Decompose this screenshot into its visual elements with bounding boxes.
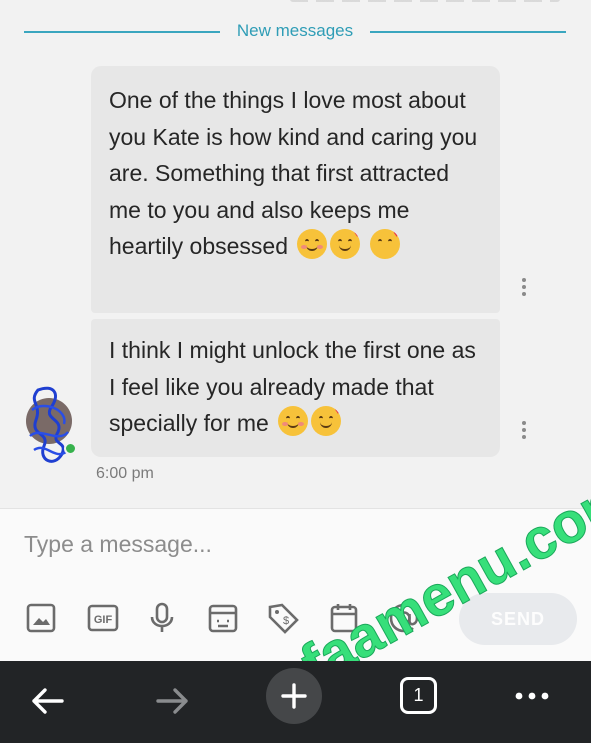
forward-arrow-icon[interactable] — [142, 671, 202, 731]
back-arrow-icon[interactable] — [18, 671, 78, 731]
new-messages-label: New messages — [236, 21, 354, 40]
browser-bottom-bar: 1 — [0, 661, 591, 743]
message-bubble[interactable]: I think I might unlock the first one as … — [91, 319, 500, 457]
face-blowing-kiss-icon: ♥ — [369, 229, 400, 259]
relieved-face-icon — [278, 406, 309, 436]
divider-line-left — [24, 31, 220, 33]
new-tab-button[interactable] — [266, 668, 322, 724]
price-tag-icon[interactable]: $ — [266, 601, 300, 635]
message-text: One of the things I love most about you … — [109, 87, 478, 259]
previous-message-fragment — [0, 0, 591, 8]
smiling-face-icon — [297, 229, 328, 259]
divider-line-right — [370, 31, 566, 33]
sender-avatar[interactable] — [24, 380, 77, 472]
message-options-icon[interactable] — [520, 421, 528, 442]
message-bubble[interactable]: One of the things I love most about you … — [91, 66, 500, 313]
smiling-face-with-hearts-icon: ♥ — [330, 229, 361, 259]
plus-icon — [281, 683, 307, 709]
smiling-face-with-hearts-icon: ♥ — [311, 406, 342, 436]
gif-label: GIF — [94, 614, 113, 626]
image-icon[interactable] — [24, 601, 58, 635]
microphone-icon[interactable] — [145, 601, 179, 635]
online-status-dot — [64, 442, 77, 455]
sticker-icon[interactable] — [206, 601, 240, 635]
new-messages-divider: New messages — [0, 20, 591, 44]
message-input[interactable]: Type a message... — [24, 531, 444, 558]
more-options-icon[interactable] — [502, 671, 562, 731]
tab-count-button[interactable]: 1 — [400, 677, 437, 714]
scribble-overlay — [29, 386, 69, 463]
svg-text:$: $ — [283, 615, 289, 627]
gif-icon[interactable]: GIF — [86, 601, 120, 635]
message-options-icon[interactable] — [520, 278, 528, 299]
message-timestamp: 6:00 pm — [96, 465, 154, 482]
